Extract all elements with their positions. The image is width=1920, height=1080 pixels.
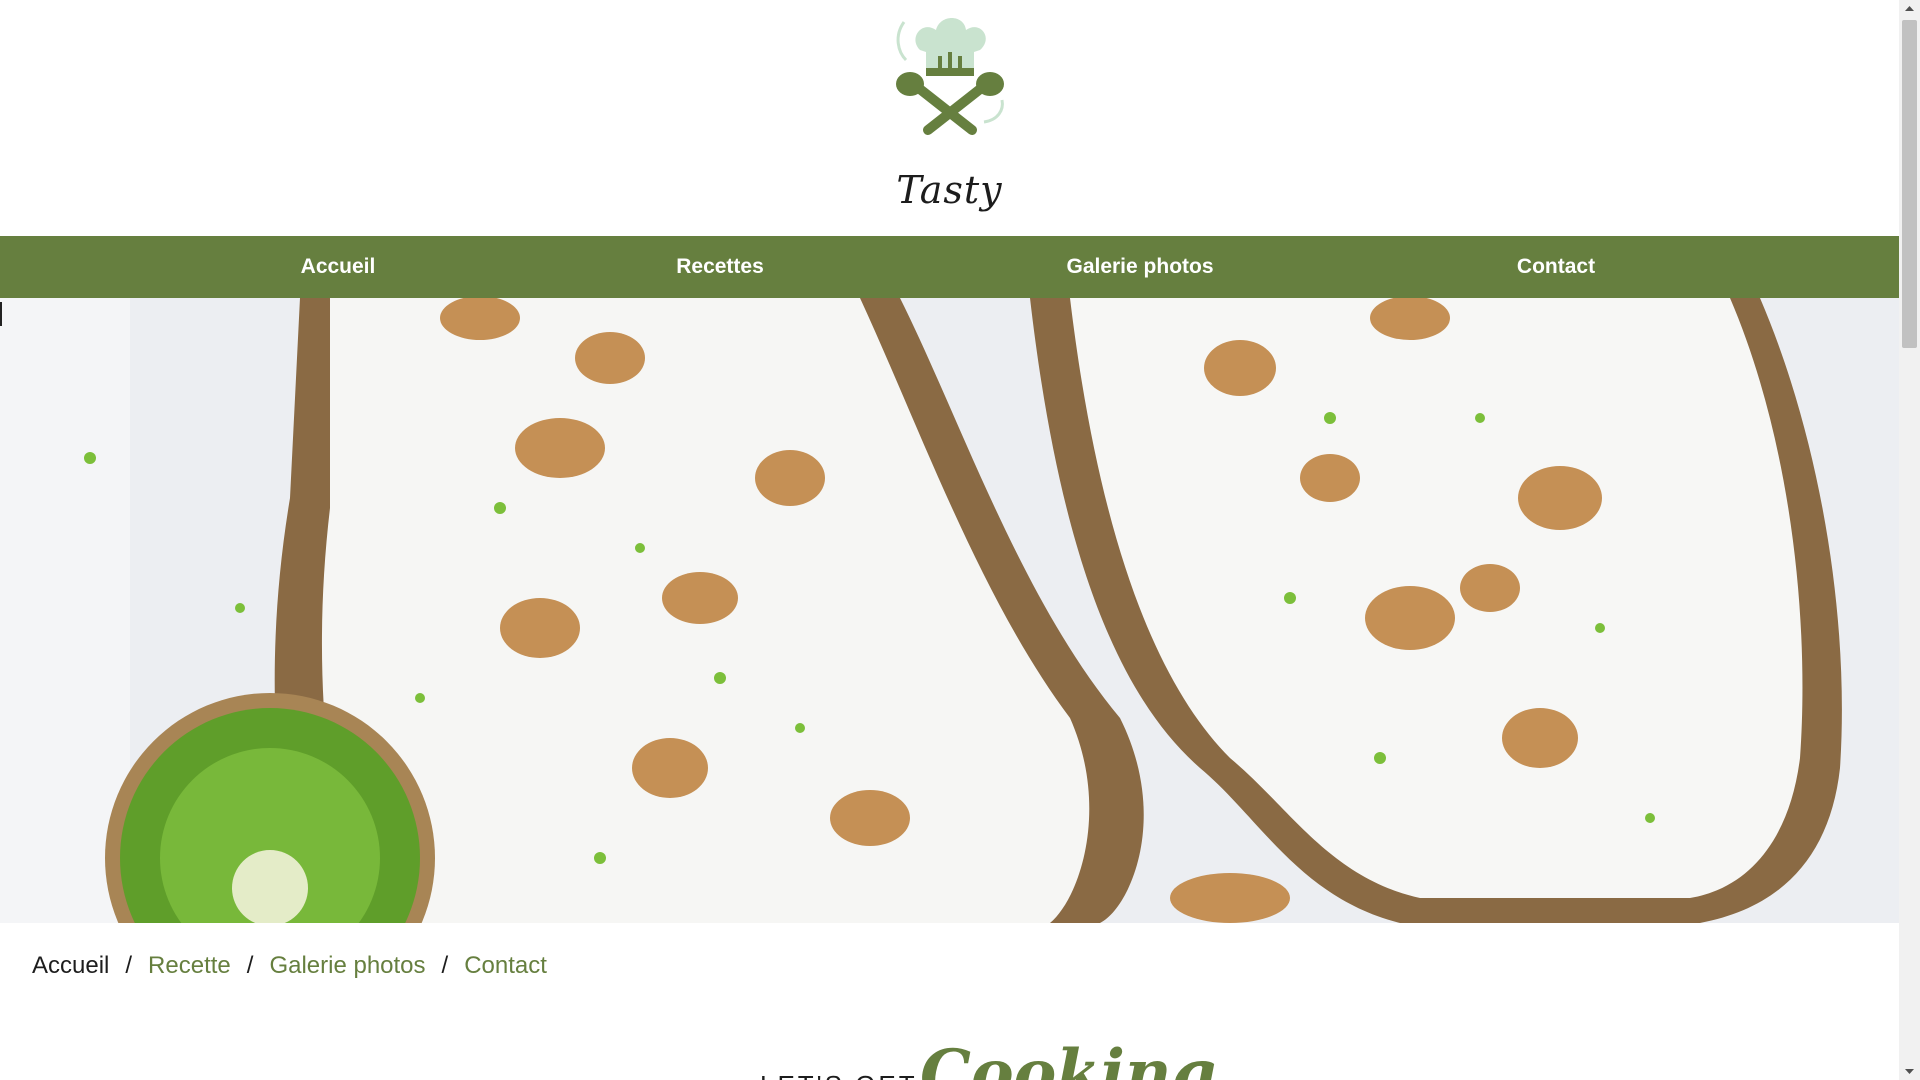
breadcrumb-link-contact[interactable]: Contact [464,952,547,980]
site-header: Tasty [0,0,1899,236]
nav-item-contact[interactable]: Contact [1517,236,1595,298]
scroll-down-arrow-icon[interactable] [1899,1062,1920,1080]
chef-hat-logo-icon[interactable] [880,12,1020,137]
section-heading-lead: LET'S GET [760,1070,918,1080]
breadcrumb-separator: / [246,952,254,979]
scroll-up-arrow-icon[interactable] [1899,0,1920,18]
nav-item-galerie-photos[interactable]: Galerie photos [1066,236,1213,298]
breadcrumb: Accueil / Recette / Galerie photos / Con… [32,946,547,986]
hero-food-photo [0,298,1899,923]
breadcrumb-link-galerie-photos[interactable]: Galerie photos [269,952,425,980]
breadcrumb-separator: / [441,952,449,979]
nav-item-recettes[interactable]: Recettes [676,236,764,298]
section-heading-script: Cooking [920,1036,1217,1080]
nav-item-accueil[interactable]: Accueil [301,236,376,298]
scrollbar-thumb[interactable] [1902,20,1917,348]
vertical-scrollbar[interactable] [1899,0,1920,1080]
breadcrumb-current: Accueil [32,952,110,979]
brand-name: Tasty [896,168,1003,212]
main-nav: Accueil Recettes Galerie photos Contact [0,236,1899,298]
page: Tasty Accueil Recettes Galerie photos Co… [0,0,1899,1080]
breadcrumb-separator: / [125,952,133,979]
breadcrumb-link-recette[interactable]: Recette [148,952,231,980]
hero-image [0,298,1899,923]
text-caret [0,302,2,326]
